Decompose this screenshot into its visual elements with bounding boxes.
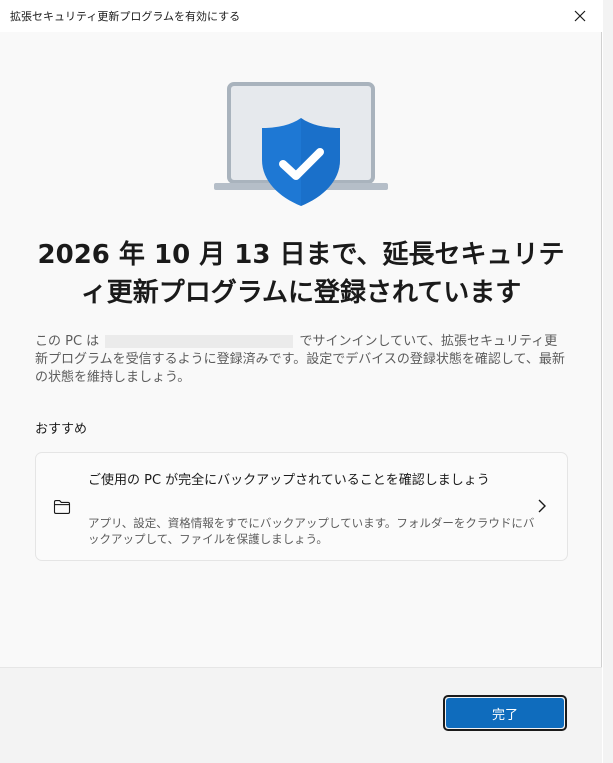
done-button-label: 完了 <box>446 698 564 728</box>
close-button[interactable] <box>562 4 598 28</box>
dialog-window: 拡張セキュリティ更新プログラムを有効にする 2026 年 10 月 13 日まで… <box>0 0 602 763</box>
redacted-account <box>105 335 294 348</box>
backup-recommendation-card[interactable]: ご使用の PC が完全にバックアップされていることを確認しましょう アプリ、設定… <box>35 452 568 561</box>
title-bar: 拡張セキュリティ更新プログラムを有効にする <box>0 0 602 32</box>
chevron-right-icon <box>538 499 546 513</box>
done-button[interactable]: 完了 <box>443 695 567 731</box>
folder-icon <box>53 500 71 514</box>
card-title: ご使用の PC が完全にバックアップされていることを確認しましょう <box>88 473 490 488</box>
card-description: アプリ、設定、資格情報をすでにバックアップしています。フォルダーをクラウドにバッ… <box>88 516 535 546</box>
description-part1: この PC は <box>35 334 100 349</box>
background-window <box>603 0 613 763</box>
recommended-label: おすすめ <box>35 422 88 437</box>
close-icon <box>574 10 586 22</box>
laptop-shield-icon <box>214 82 388 206</box>
page-heading: 2026 年 10 月 13 日まで、延長セキュリティ更新プログラムに登録されて… <box>37 240 565 308</box>
description: この PC は でサインインしていて、拡張セキュリティ更新プログラムを受信するよ… <box>35 333 570 387</box>
window-title: 拡張セキュリティ更新プログラムを有効にする <box>10 10 241 23</box>
